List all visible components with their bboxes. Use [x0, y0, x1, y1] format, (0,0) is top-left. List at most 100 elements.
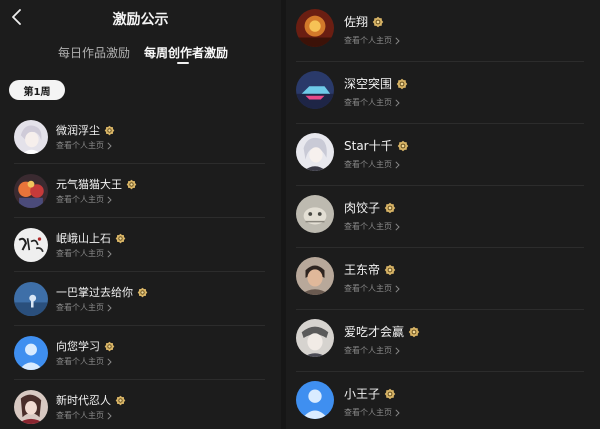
- view-profile-label: 查看个人主页: [56, 303, 104, 312]
- view-profile-link[interactable]: 查看个人主页: [344, 221, 400, 232]
- view-profile-label: 查看个人主页: [344, 346, 392, 355]
- creator-avatar[interactable]: [296, 195, 334, 233]
- tab-daily-works[interactable]: 每日作品激励: [58, 44, 130, 61]
- top-bar: 激励公示: [0, 0, 281, 36]
- right-panel: 佐翔 查看个人主页 深空突围 查看个人主页 Star十千 查看个人主页 肉饺子 查看个人主页王…: [286, 0, 600, 429]
- creator-row[interactable]: 新时代忍人查看个人主页: [0, 380, 281, 429]
- creator-avatar[interactable]: [296, 257, 334, 295]
- view-profile-label: 查看个人主页: [56, 195, 104, 204]
- creator-name: 佐翔: [344, 15, 369, 29]
- view-profile-link[interactable]: 查看个人主页: [56, 248, 112, 259]
- view-profile-link[interactable]: 查看个人主页: [344, 97, 400, 108]
- view-profile-link[interactable]: 查看个人主页: [56, 140, 112, 151]
- chevron-right-icon: [395, 160, 400, 169]
- gold-badge-icon: [104, 125, 115, 136]
- creator-name-line: 向您学习: [56, 338, 115, 354]
- view-profile-label: 查看个人主页: [344, 160, 392, 169]
- creator-avatar[interactable]: [14, 390, 48, 424]
- gold-badge-icon: [396, 78, 408, 90]
- gold-badge-icon: [137, 287, 148, 298]
- chevron-right-icon: [395, 222, 400, 231]
- creator-name: 向您学习: [56, 340, 100, 353]
- creator-avatar[interactable]: [14, 228, 48, 262]
- chevron-right-icon: [395, 284, 400, 293]
- creator-row[interactable]: 爱吃才会赢查看个人主页: [286, 310, 600, 372]
- week-selector[interactable]: 第1周: [9, 80, 65, 100]
- creator-name-line: 爱吃才会赢: [344, 323, 420, 340]
- creator-row[interactable]: 王东帝 查看个人主页: [286, 248, 600, 310]
- creator-name-line: 肉饺子: [344, 199, 396, 216]
- creator-name: 爱吃才会赢: [344, 325, 405, 339]
- gold-badge-icon: [104, 341, 115, 352]
- creator-name: Star十千: [344, 139, 393, 153]
- creator-row[interactable]: 元气猫猫大王查看个人主页: [0, 164, 281, 218]
- chevron-right-icon: [395, 408, 400, 417]
- creator-row[interactable]: Star十千查看个人主页: [286, 124, 600, 186]
- creator-name: 深空突围: [344, 77, 393, 91]
- view-profile-label: 查看个人主页: [344, 36, 392, 45]
- creator-name: 元气猫猫大王: [56, 178, 122, 191]
- creator-row[interactable]: 小王子 查看个人主页: [286, 372, 600, 429]
- view-profile-link[interactable]: 查看个人主页: [56, 194, 112, 205]
- chevron-right-icon: [107, 357, 112, 366]
- view-profile-link[interactable]: 查看个人主页: [56, 410, 112, 421]
- creator-row[interactable]: 一巴掌过去给你查看个人主页: [0, 272, 281, 326]
- active-tab-indicator: [177, 62, 189, 64]
- view-profile-link[interactable]: 查看个人主页: [56, 302, 112, 313]
- gold-badge-icon: [372, 16, 384, 28]
- view-profile-link[interactable]: 查看个人主页: [344, 345, 400, 356]
- view-profile-link[interactable]: 查看个人主页: [344, 407, 400, 418]
- creator-name-line: 小王子: [344, 385, 396, 402]
- view-profile-label: 查看个人主页: [344, 98, 392, 107]
- view-profile-link[interactable]: 查看个人主页: [344, 35, 400, 46]
- creator-avatar[interactable]: [296, 319, 334, 357]
- gold-badge-icon: [115, 395, 126, 406]
- view-profile-label: 查看个人主页: [56, 357, 104, 366]
- view-profile-label: 查看个人主页: [344, 222, 392, 231]
- chevron-right-icon: [107, 411, 112, 420]
- view-profile-label: 查看个人主页: [56, 249, 104, 258]
- view-profile-label: 查看个人主页: [344, 408, 392, 417]
- creator-name: 王东帝: [344, 263, 381, 277]
- gold-badge-icon: [126, 179, 137, 190]
- creator-row[interactable]: 深空突围查看个人主页: [286, 62, 600, 124]
- creator-row[interactable]: 肉饺子 查看个人主页: [286, 186, 600, 248]
- creator-avatar[interactable]: [14, 336, 48, 370]
- creator-row[interactable]: 微润浮尘查看个人主页: [0, 110, 281, 164]
- creator-name: 微润浮尘: [56, 124, 100, 137]
- page-title: 激励公示: [112, 12, 169, 28]
- creator-name-line: 岷峨山上石: [56, 230, 126, 246]
- tab-weekly-creators[interactable]: 每周创作者激励: [144, 44, 228, 61]
- creator-name-line: 深空突围: [344, 75, 408, 92]
- creator-avatar[interactable]: [296, 71, 334, 109]
- tab-bar: 每日作品激励 每周创作者激励: [0, 44, 281, 70]
- view-profile-link[interactable]: 查看个人主页: [344, 283, 400, 294]
- creator-avatar[interactable]: [296, 9, 334, 47]
- creator-name: 肉饺子: [344, 201, 381, 215]
- creator-row[interactable]: 佐翔 查看个人主页: [286, 0, 600, 62]
- chevron-right-icon: [107, 195, 112, 204]
- creator-avatar[interactable]: [14, 120, 48, 154]
- view-profile-link[interactable]: 查看个人主页: [344, 159, 400, 170]
- creator-name-line: 元气猫猫大王: [56, 176, 137, 192]
- creator-avatar[interactable]: [296, 381, 334, 419]
- creator-avatar[interactable]: [14, 174, 48, 208]
- creator-name: 岷峨山上石: [56, 232, 111, 245]
- creator-avatar[interactable]: [14, 282, 48, 316]
- view-profile-label: 查看个人主页: [344, 284, 392, 293]
- creator-name-line: Star十千: [344, 137, 409, 154]
- view-profile-link[interactable]: 查看个人主页: [56, 356, 112, 367]
- chevron-right-icon: [107, 303, 112, 312]
- chevron-right-icon: [107, 249, 112, 258]
- creator-row[interactable]: 向您学习查看个人主页: [0, 326, 281, 380]
- creator-name-line: 微润浮尘: [56, 122, 115, 138]
- creator-name-line: 佐翔: [344, 13, 384, 30]
- creator-name: 新时代忍人: [56, 394, 111, 407]
- creator-name: 一巴掌过去给你: [56, 286, 133, 299]
- chevron-right-icon: [395, 98, 400, 107]
- creator-name-line: 一巴掌过去给你: [56, 284, 148, 300]
- creator-avatar[interactable]: [296, 133, 334, 171]
- chevron-right-icon: [107, 141, 112, 150]
- creator-row[interactable]: 岷峨山上石查看个人主页: [0, 218, 281, 272]
- gold-badge-icon: [115, 233, 126, 244]
